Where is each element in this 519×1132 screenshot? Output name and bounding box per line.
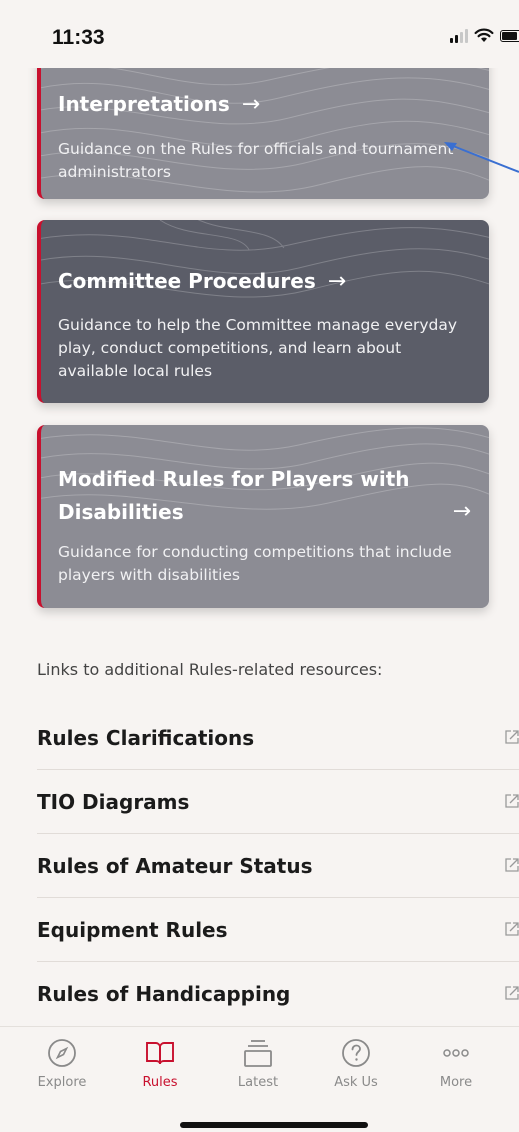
card-description: Guidance for conducting competitions tha… bbox=[58, 543, 452, 584]
stack-icon bbox=[244, 1040, 272, 1067]
card-title-line2: Disabilities bbox=[58, 500, 184, 524]
more-dots-icon bbox=[443, 1049, 469, 1057]
arrow-right-icon: → bbox=[452, 499, 471, 524]
annotation-arrow-icon bbox=[444, 142, 519, 173]
link-equipment-rules[interactable]: Equipment Rules bbox=[37, 898, 519, 962]
card-description: Guidance on the Rules for officials and … bbox=[58, 140, 454, 181]
battery-icon bbox=[500, 29, 519, 42]
external-link-icon bbox=[505, 858, 519, 872]
external-link-icon bbox=[505, 730, 519, 744]
compass-icon bbox=[48, 1039, 76, 1067]
status-icons bbox=[450, 28, 519, 43]
home-indicator bbox=[180, 1122, 368, 1128]
link-rules-of-amateur-status[interactable]: Rules of Amateur Status bbox=[37, 834, 519, 898]
tab-label: Ask Us bbox=[334, 1075, 378, 1090]
card-title: Committee Procedures → bbox=[58, 269, 347, 294]
card-modified-rules-disabilities[interactable]: Modified Rules for Players with Disabili… bbox=[37, 425, 489, 608]
cellular-signal-icon bbox=[450, 28, 468, 43]
tab-label: Explore bbox=[37, 1075, 87, 1090]
arrow-right-icon: → bbox=[327, 269, 347, 294]
tab-rules[interactable]: Rules bbox=[124, 1037, 196, 1090]
arrow-right-icon: → bbox=[241, 92, 261, 117]
link-label: Rules Clarifications bbox=[37, 726, 255, 750]
status-time: 11:33 bbox=[52, 26, 105, 49]
book-icon bbox=[146, 1042, 174, 1065]
link-label: Equipment Rules bbox=[37, 918, 228, 942]
link-label: TIO Diagrams bbox=[37, 790, 190, 814]
links-heading: Links to additional Rules-related resour… bbox=[37, 660, 383, 679]
card-description: Guidance to help the Committee manage ev… bbox=[58, 316, 458, 380]
tab-label: Latest bbox=[237, 1075, 279, 1090]
link-label: Rules of Amateur Status bbox=[37, 854, 313, 878]
external-link-icon bbox=[505, 922, 519, 936]
link-label: Rules of Handicapping bbox=[37, 982, 291, 1006]
bottom-tab-bar: Explore Rules Latest Ask Us More bbox=[0, 1026, 519, 1132]
link-rules-of-handicapping[interactable]: Rules of Handicapping bbox=[37, 962, 519, 1026]
tab-label: Rules bbox=[142, 1075, 178, 1090]
card-title: Modified Rules for Players with bbox=[58, 467, 410, 491]
link-tio-diagrams[interactable]: TIO Diagrams bbox=[37, 770, 519, 834]
tab-ask-us[interactable]: Ask Us bbox=[320, 1037, 392, 1090]
tab-more[interactable]: More bbox=[420, 1037, 492, 1090]
wifi-icon bbox=[474, 28, 494, 42]
tab-label: More bbox=[439, 1075, 473, 1090]
card-committee-procedures[interactable]: Committee Procedures → Guidance to help t… bbox=[37, 220, 489, 403]
external-link-icon bbox=[505, 794, 519, 808]
tab-latest[interactable]: Latest bbox=[222, 1037, 294, 1090]
status-bar: 11:33 bbox=[0, 0, 519, 68]
question-icon bbox=[342, 1039, 370, 1067]
tab-explore[interactable]: Explore bbox=[26, 1037, 98, 1090]
link-rules-clarifications[interactable]: Rules Clarifications bbox=[37, 706, 519, 770]
external-link-icon bbox=[505, 986, 519, 1000]
card-title: Interpretations → bbox=[58, 92, 261, 117]
